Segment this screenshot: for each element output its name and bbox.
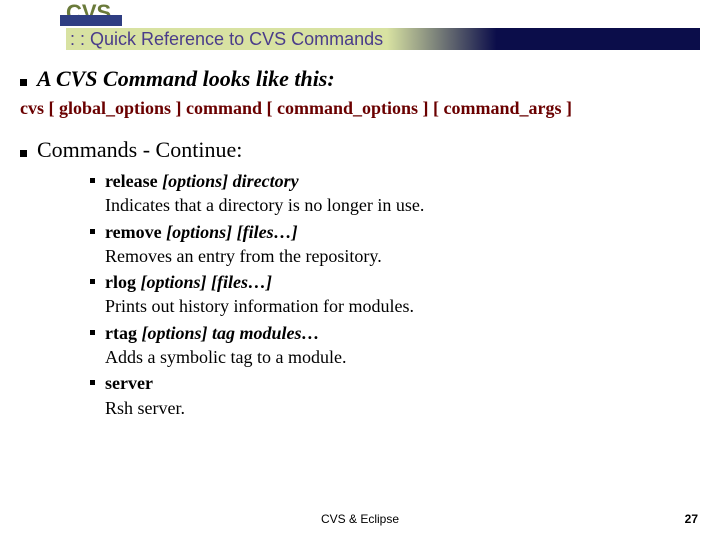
section2-heading: Commands - Continue:: [37, 137, 242, 163]
command-args: [files…]: [211, 272, 272, 292]
list-item: remove [options] [files…] Removes an ent…: [90, 220, 700, 269]
command-desc: Indicates that a directory is no longer …: [105, 193, 424, 217]
section1-heading-row: A CVS Command looks like this:: [20, 66, 700, 92]
command-entry: release [options] directory Indicates th…: [105, 169, 424, 218]
command-options: [options]: [141, 272, 207, 292]
command-options: [options]: [166, 222, 232, 242]
command-desc: Removes an entry from the repository.: [105, 244, 382, 268]
section1-heading: A CVS Command looks like this:: [37, 66, 335, 92]
bullet-icon: [90, 279, 95, 284]
bullet-icon: [90, 330, 95, 335]
command-syntax: cvs [ global_options ] command [ command…: [20, 98, 700, 119]
command-entry: remove [options] [files…] Removes an ent…: [105, 220, 382, 269]
list-item: server Rsh server.: [90, 371, 700, 420]
slide-subtitle-box: : : Quick Reference to CVS Commands: [66, 28, 387, 50]
list-item: rlog [options] [files…] Prints out histo…: [90, 270, 700, 319]
command-desc: Prints out history information for modul…: [105, 294, 414, 318]
bullet-icon: [20, 150, 27, 157]
bullet-icon: [90, 178, 95, 183]
list-item: rtag [options] tag modules… Adds a symbo…: [90, 321, 700, 370]
slide-title: CVS: [66, 0, 700, 26]
section2-heading-row: Commands - Continue:: [20, 137, 700, 163]
command-name: rlog: [105, 272, 136, 292]
command-entry: rlog [options] [files…] Prints out histo…: [105, 270, 414, 319]
command-name: server: [105, 373, 153, 393]
command-desc: Rsh server.: [105, 396, 185, 420]
bullet-icon: [90, 380, 95, 385]
bullet-icon: [90, 229, 95, 234]
command-entry: server Rsh server.: [105, 371, 185, 420]
command-args: [files…]: [237, 222, 298, 242]
slide-subtitle-row: : : Quick Reference to CVS Commands: [20, 28, 700, 50]
slide-subtitle-trail: [387, 28, 700, 50]
command-entry: rtag [options] tag modules… Adds a symbo…: [105, 321, 346, 370]
command-name: remove: [105, 222, 162, 242]
command-options: [options]: [162, 171, 228, 191]
slide-subtitle-text: : : Quick Reference to CVS Commands: [70, 29, 383, 50]
command-options: [options]: [141, 323, 207, 343]
command-name: release: [105, 171, 158, 191]
list-item: release [options] directory Indicates th…: [90, 169, 700, 218]
slide: CVS : : Quick Reference to CVS Commands …: [0, 0, 720, 540]
page-number: 27: [685, 512, 698, 526]
command-name: rtag: [105, 323, 137, 343]
command-desc: Adds a symbolic tag to a module.: [105, 345, 346, 369]
slide-body: A CVS Command looks like this: cvs [ glo…: [20, 50, 700, 420]
command-args: directory: [233, 171, 299, 191]
command-args: tag modules…: [212, 323, 320, 343]
bullet-icon: [20, 79, 27, 86]
footer-text: CVS & Eclipse: [0, 512, 720, 526]
command-list: release [options] directory Indicates th…: [90, 169, 700, 420]
title-accent-bar: [60, 15, 122, 26]
